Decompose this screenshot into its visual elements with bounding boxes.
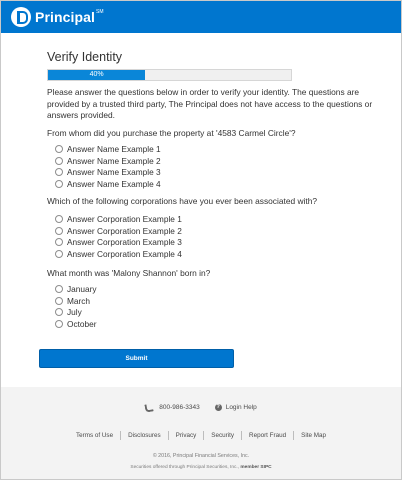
- answer-option[interactable]: Answer Name Example 4: [55, 178, 161, 190]
- disclosures-link[interactable]: Disclosures: [128, 432, 161, 439]
- footer: 800-986-3343 ? Login Help Terms of Use D…: [1, 387, 401, 479]
- verify-form: Verify Identity 40% Please answer the qu…: [47, 50, 377, 329]
- page-title: Verify Identity: [47, 50, 123, 64]
- answer-label: Answer Name Example 1: [67, 143, 161, 154]
- radio-button[interactable]: [55, 168, 63, 177]
- answer-option[interactable]: Answer Corporation Example 2: [55, 225, 182, 237]
- radio-button[interactable]: [55, 296, 63, 305]
- answer-label: Answer Corporation Example 1: [67, 213, 182, 224]
- question-2-options: Answer Corporation Example 1 Answer Corp…: [55, 213, 182, 260]
- principal-logo-icon: [11, 7, 31, 27]
- securities-text: Securities offered through Principal Sec…: [130, 465, 240, 470]
- answer-label: Answer Corporation Example 3: [67, 237, 182, 248]
- answer-label: Answer Name Example 2: [67, 155, 161, 166]
- answer-label: Answer Corporation Example 4: [67, 248, 182, 259]
- question-3-options: January March July October: [55, 283, 97, 330]
- answer-option[interactable]: Answer Corporation Example 1: [55, 213, 182, 225]
- report-fraud-link[interactable]: Report Fraud: [249, 432, 286, 439]
- radio-button[interactable]: [55, 319, 63, 328]
- answer-option[interactable]: Answer Corporation Example 3: [55, 236, 182, 248]
- divider: [293, 431, 295, 440]
- divider: [241, 431, 243, 440]
- answer-option[interactable]: October: [55, 318, 97, 330]
- phone-number[interactable]: 800-986-3343: [159, 404, 199, 411]
- radio-button[interactable]: [55, 308, 63, 317]
- answer-label: Answer Name Example 3: [67, 167, 161, 178]
- site-map-link[interactable]: Site Map: [301, 432, 326, 439]
- divider: [167, 431, 169, 440]
- answer-option[interactable]: Answer Name Example 2: [55, 155, 161, 167]
- privacy-link[interactable]: Privacy: [176, 432, 197, 439]
- answer-option[interactable]: July: [55, 306, 97, 318]
- question-1: From whom did you purchase the property …: [47, 128, 296, 138]
- question-3: What month was 'Malony Shannon' born in?: [47, 268, 211, 278]
- progress-fill: 40%: [48, 70, 146, 80]
- divider: [203, 431, 205, 440]
- answer-label: October: [67, 318, 97, 329]
- terms-of-use-link[interactable]: Terms of Use: [76, 432, 113, 439]
- answer-label: Answer Name Example 4: [67, 178, 161, 189]
- footer-links: Terms of Use Disclosures Privacy Securit…: [1, 431, 401, 440]
- question-1-options: Answer Name Example 1 Answer Name Exampl…: [55, 143, 161, 190]
- answer-option[interactable]: Answer Corporation Example 4: [55, 248, 182, 260]
- radio-button[interactable]: [55, 214, 63, 223]
- answer-option[interactable]: Answer Name Example 1: [55, 143, 161, 155]
- brand-name: Principal: [35, 9, 96, 25]
- copyright-text: © 2016, Principal Financial Services, In…: [152, 453, 250, 459]
- brand-trademark: SM: [96, 9, 104, 15]
- divider: [120, 431, 122, 440]
- answer-option[interactable]: Answer Name Example 3: [55, 166, 161, 178]
- help-icon: ?: [214, 404, 222, 411]
- radio-button[interactable]: [55, 156, 63, 165]
- sipc-member-text: member SIPC: [240, 465, 272, 470]
- answer-label: January: [67, 283, 97, 294]
- securities-disclosure: Securities offered through Principal Sec…: [1, 465, 401, 470]
- answer-label: Answer Corporation Example 2: [67, 225, 182, 236]
- login-help-link[interactable]: Login Help: [226, 404, 257, 411]
- radio-button[interactable]: [55, 249, 63, 258]
- principal-logo[interactable]: Principal SM: [11, 7, 104, 27]
- security-link[interactable]: Security: [211, 432, 234, 439]
- answer-option[interactable]: January: [55, 283, 97, 295]
- footer-contact: 800-986-3343 ? Login Help: [1, 404, 401, 411]
- answer-option[interactable]: March: [55, 295, 97, 307]
- top-header: Principal SM: [1, 1, 401, 33]
- radio-button[interactable]: [55, 238, 63, 247]
- question-2: Which of the following corporations have…: [47, 196, 318, 206]
- progress-bar: 40%: [47, 69, 292, 81]
- radio-button[interactable]: [55, 284, 63, 293]
- intro-text: Please answer the questions below in ord…: [47, 87, 373, 121]
- phone-icon: [145, 404, 152, 411]
- answer-label: March: [67, 295, 91, 306]
- radio-button[interactable]: [55, 144, 63, 153]
- radio-button[interactable]: [55, 179, 63, 188]
- radio-button[interactable]: [55, 226, 63, 235]
- answer-label: July: [67, 307, 82, 318]
- submit-button[interactable]: Submit: [39, 349, 234, 368]
